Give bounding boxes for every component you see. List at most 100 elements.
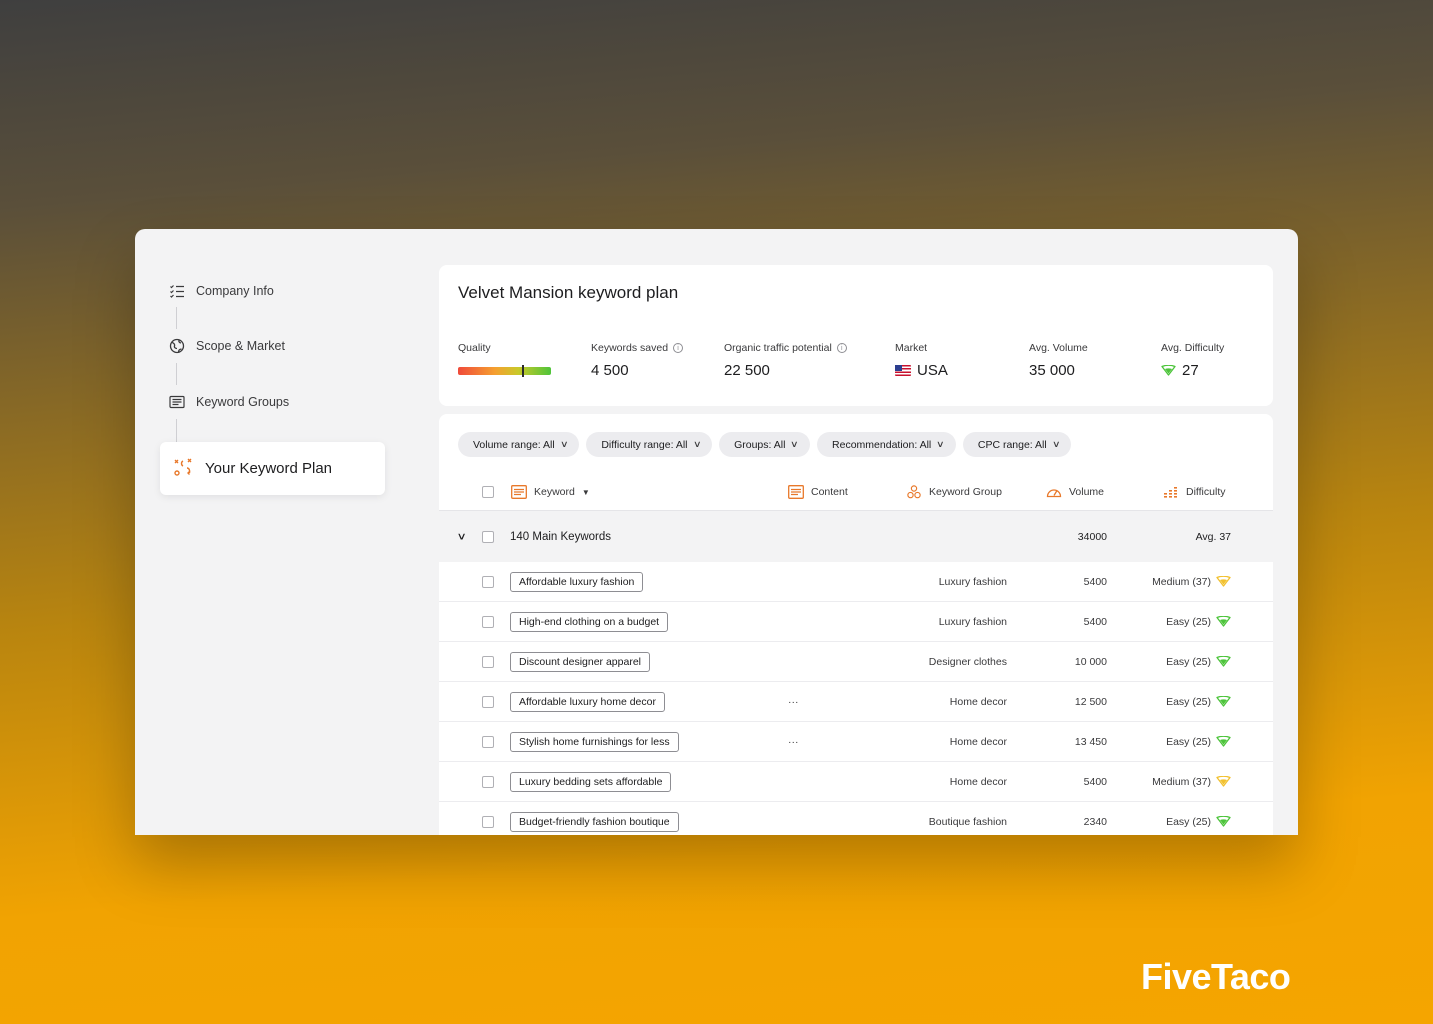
market-metric: Market USA — [895, 342, 948, 379]
filter-label: CPC range: All — [977, 438, 1047, 451]
chevron-down-icon: ∨ — [936, 439, 945, 449]
more-icon[interactable]: ··· — [788, 696, 799, 708]
filter-label: Recommendation: All — [832, 438, 932, 451]
info-icon[interactable]: i — [673, 343, 684, 353]
difficulty-text: Medium (37) — [1152, 775, 1211, 788]
column-keyword[interactable]: Keyword ▼ — [511, 485, 590, 499]
group-column-icon — [907, 485, 921, 499]
table-row[interactable]: High-end clothing on a budget Luxury fash… — [439, 602, 1273, 642]
table-row[interactable]: Affordable luxury fashion Luxury fashion 5… — [439, 562, 1273, 602]
chevron-down-icon[interactable]: ∨ — [457, 531, 467, 542]
keyword-group-cell: Designer clothes — [928, 655, 1007, 668]
keyword-group-cell: Home decor — [949, 775, 1007, 788]
table-row[interactable]: Budget-friendly fashion boutique Boutique… — [439, 802, 1273, 835]
group-checkbox[interactable] — [482, 530, 494, 543]
step-connector — [176, 419, 177, 442]
difficulty-range-filter[interactable]: Difficulty range: All ∨ — [586, 432, 713, 457]
table-row[interactable]: Affordable luxury home decor ··· Home deco… — [439, 682, 1273, 722]
row-checkbox[interactable] — [482, 815, 494, 828]
difficulty-cell: Easy (25) — [1166, 616, 1231, 628]
keywords-saved-value: 4 500 — [591, 362, 629, 379]
brand-logo: FiveTaco — [1141, 956, 1291, 997]
keyword-pill[interactable]: Affordable luxury fashion — [510, 571, 644, 592]
row-checkbox[interactable] — [482, 695, 494, 708]
table-header: Keyword ▼ Content Keyword Group Volume D… — [439, 478, 1273, 510]
difficulty-cell: Medium (37) — [1152, 576, 1231, 588]
recommendation-filter[interactable]: Recommendation: All ∨ — [817, 432, 956, 457]
keyword-pill[interactable]: Discount designer apparel — [510, 651, 650, 672]
keyword-column-icon — [511, 485, 527, 499]
row-checkbox[interactable] — [482, 735, 494, 748]
quality-metric: Quality — [458, 342, 551, 377]
page-title: Velvet Mansion keyword plan — [458, 283, 679, 302]
stepper-sidebar: Company Info Scope & Market Keyword Grou… — [135, 229, 425, 835]
step-label: Keyword Groups — [196, 395, 290, 409]
avg-difficulty-label: Avg. Difficulty — [1161, 342, 1225, 354]
select-all-checkbox[interactable] — [482, 486, 494, 498]
row-checkbox[interactable] — [482, 775, 494, 788]
row-checkbox[interactable] — [482, 575, 494, 588]
group-volume: 34000 — [1077, 530, 1107, 543]
volume-range-filter[interactable]: Volume range: All ∨ — [458, 432, 580, 457]
table-row[interactable]: Luxury bedding sets affordable Home decor… — [439, 762, 1273, 802]
keyword-plan-summary: Velvet Mansion keyword plan Quality Keyw… — [439, 265, 1273, 406]
globe-icon — [168, 337, 186, 355]
difficulty-text: Easy (25) — [1166, 615, 1211, 628]
traffic-value: 22 500 — [724, 362, 770, 379]
difficulty-cell: Medium (37) — [1152, 776, 1231, 788]
keyword-pill[interactable]: Luxury bedding sets affordable — [510, 771, 672, 792]
keyword-group-cell: Home decor — [949, 695, 1007, 708]
difficulty-easy-icon — [1216, 816, 1231, 827]
step-connector — [176, 363, 177, 385]
avg-difficulty-value: 27 — [1182, 362, 1199, 379]
keyword-pill[interactable]: High-end clothing on a budget — [510, 611, 669, 632]
volume-cell: 12 500 — [1074, 695, 1107, 708]
us-flag-icon — [895, 365, 911, 376]
column-content[interactable]: Content — [788, 485, 848, 499]
column-label: Difficulty — [1186, 486, 1226, 498]
traffic-label: Organic traffic potential — [724, 342, 832, 354]
avg-volume-label: Avg. Volume — [1029, 342, 1088, 354]
difficulty-cell: Easy (25) — [1166, 696, 1231, 708]
column-difficulty[interactable]: Difficulty — [1163, 485, 1225, 499]
quality-bar — [458, 365, 551, 377]
column-keyword-group[interactable]: Keyword Group — [906, 485, 1002, 499]
volume-cell: 2340 — [1083, 815, 1107, 828]
keywords-saved-label: Keywords saved — [591, 342, 669, 354]
quality-label: Quality — [458, 342, 491, 354]
step-connector — [176, 307, 177, 329]
volume-cell: 5400 — [1083, 775, 1107, 788]
more-icon[interactable]: ··· — [788, 736, 799, 748]
difficulty-easy-icon — [1216, 696, 1231, 707]
step-scope-market[interactable]: Scope & Market — [168, 337, 285, 355]
table-row[interactable]: Discount designer apparel Designer clothe… — [439, 642, 1273, 682]
difficulty-easy-icon — [1216, 656, 1231, 667]
row-checkbox[interactable] — [482, 655, 494, 668]
avg-volume-value: 35 000 — [1029, 362, 1075, 379]
avg-volume-metric: Avg. Volume 35 000 — [1029, 342, 1088, 379]
step-keyword-groups[interactable]: Keyword Groups — [168, 393, 289, 411]
app-window: Company Info Scope & Market Keyword Grou… — [135, 229, 1298, 835]
step-label: Company Info — [196, 284, 274, 298]
keywords-saved-metric: Keywords saved i 4 500 — [591, 342, 684, 379]
cpc-range-filter[interactable]: CPC range: All ∨ — [962, 432, 1072, 457]
info-icon[interactable]: i — [836, 343, 847, 353]
keyword-pill[interactable]: Affordable luxury home decor — [510, 691, 665, 712]
groups-filter[interactable]: Groups: All ∨ — [719, 432, 811, 457]
keyword-pill[interactable]: Stylish home furnishings for less — [510, 731, 679, 752]
filter-label: Difficulty range: All — [601, 438, 688, 451]
difficulty-cell: Easy (25) — [1166, 736, 1231, 748]
step-your-keyword-plan[interactable]: Your Keyword Plan — [160, 442, 385, 495]
table-row[interactable]: Stylish home furnishings for less ··· Home… — [439, 722, 1273, 762]
volume-cell: 5400 — [1083, 575, 1107, 588]
row-checkbox[interactable] — [482, 615, 494, 628]
keyword-group-cell: Luxury fashion — [938, 575, 1007, 588]
volume-cell: 10 000 — [1074, 655, 1107, 668]
column-label: Keyword Group — [929, 486, 1002, 498]
step-company-info[interactable]: Company Info — [168, 282, 274, 300]
keyword-group-row[interactable]: ∨ 140 Main Keywords 34000 Avg. 37 — [439, 510, 1273, 562]
chevron-down-icon: ∨ — [790, 439, 800, 449]
column-volume[interactable]: Volume — [1046, 485, 1104, 499]
keyword-pill[interactable]: Budget-friendly fashion boutique — [510, 811, 679, 832]
sort-down-icon: ▼ — [581, 487, 590, 497]
